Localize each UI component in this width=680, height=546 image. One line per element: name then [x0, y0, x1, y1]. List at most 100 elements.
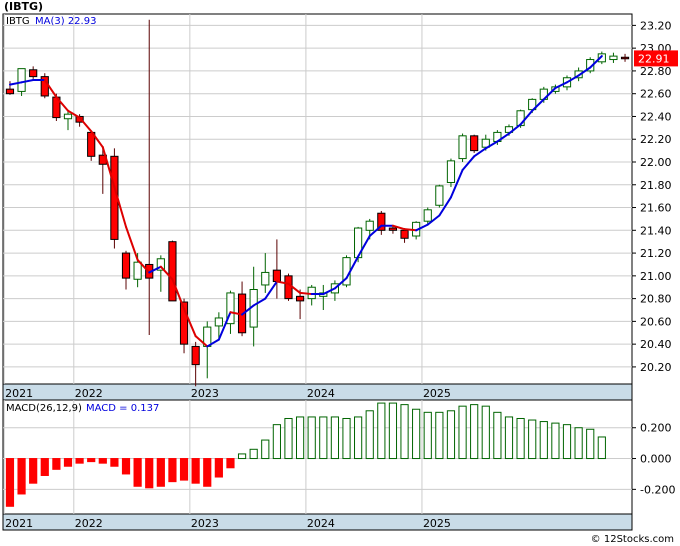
last-price-label: 22.91 — [638, 52, 670, 65]
price-y-tick-label: 22.40 — [640, 110, 672, 123]
macd-bar — [63, 458, 73, 467]
candle-body — [423, 209, 432, 222]
macd-bar — [458, 405, 467, 460]
candle-body — [5, 88, 15, 95]
macd-bar — [226, 458, 235, 469]
macd-bar — [156, 458, 165, 487]
candle-body — [168, 241, 177, 302]
macd-y-tick-label: -0.200 — [640, 483, 675, 496]
candle-body — [29, 69, 38, 78]
macd-y-tick-label: 0.000 — [640, 453, 672, 466]
candle-body — [284, 275, 293, 300]
macd-bar — [377, 402, 386, 460]
candle-body — [470, 135, 479, 152]
macd-bar — [249, 448, 258, 460]
price-panel — [2, 13, 633, 385]
credit-text: © 12Stocks.com — [590, 534, 674, 545]
macd-bar — [493, 411, 502, 460]
macd-bar — [319, 416, 328, 460]
macd-bar — [40, 458, 49, 476]
candle-body — [295, 295, 305, 302]
price-x-tick-label: 2024 — [307, 387, 335, 400]
price-y-tick-label: 20.60 — [640, 315, 672, 328]
macd-bar — [261, 439, 270, 460]
macd-bar — [133, 458, 142, 487]
candle-body — [133, 261, 142, 280]
chart-canvas: 23.2023.0022.8022.6022.4022.2022.0021.80… — [2, 13, 678, 531]
ma3-line-segment — [299, 291, 313, 296]
price-x-tick-label: 2022 — [75, 387, 103, 400]
price-y-tick-label: 22.80 — [640, 65, 672, 78]
macd-x-tick-label: 2025 — [423, 517, 451, 530]
macd-bar — [295, 416, 305, 460]
candle-body — [261, 271, 270, 286]
price-legend-ma: MA(3) 22.93 — [35, 16, 96, 27]
ma3-line-segment — [403, 228, 418, 232]
macd-bar — [597, 436, 606, 460]
macd-bar — [110, 458, 119, 467]
price-y-tick-label: 21.80 — [640, 179, 672, 192]
macd-bar — [342, 417, 351, 460]
candle-body — [620, 56, 630, 60]
macd-bar — [284, 417, 293, 460]
price-x-tick-label: 2021 — [5, 387, 33, 400]
macd-bar — [121, 458, 131, 475]
macd-bar — [400, 404, 409, 460]
candle-body — [446, 160, 456, 183]
macd-bar — [29, 458, 38, 484]
macd-bar — [237, 453, 247, 460]
price-x-tick-label: 2023 — [191, 387, 219, 400]
macd-bar — [423, 411, 432, 460]
price-y-tick-label: 20.20 — [640, 361, 672, 374]
macd-bar — [446, 410, 456, 460]
macd-bar — [516, 417, 525, 460]
candle-body — [400, 229, 409, 239]
price-x-tick-label: 2025 — [423, 387, 451, 400]
price-y-tick-label: 20.40 — [640, 338, 672, 351]
macd-x-tick-label: 2024 — [307, 517, 335, 530]
price-y-tick-label: 22.00 — [640, 156, 672, 169]
macd-bar — [87, 458, 96, 463]
candle-body — [609, 55, 618, 61]
macd-legend-title: MACD(26,12,9) — [6, 403, 82, 414]
price-y-tick-label: 20.80 — [640, 293, 672, 306]
macd-bar — [562, 424, 572, 460]
candle-body — [272, 269, 281, 283]
candle-body — [458, 135, 467, 160]
macd-bar — [214, 458, 223, 478]
price-y-tick-label: 21.20 — [640, 247, 672, 260]
macd-x-tick-label: 2022 — [75, 517, 103, 530]
macd-bar — [504, 416, 514, 460]
macd-bar — [481, 405, 490, 460]
macd-bar — [75, 458, 84, 464]
price-y-tick-label: 21.40 — [640, 224, 672, 237]
price-y-tick-label: 21.00 — [640, 270, 672, 283]
candle-body — [191, 345, 200, 366]
candle-body — [63, 113, 73, 120]
candle-body — [214, 317, 223, 327]
macd-bar — [203, 458, 212, 487]
macd-bar — [52, 458, 61, 470]
macd-bar — [354, 416, 363, 460]
macd-bar — [412, 408, 421, 460]
candle-body — [365, 220, 374, 231]
candle-body — [121, 252, 131, 279]
macd-bar — [539, 421, 548, 460]
macd-bar — [17, 458, 26, 495]
price-y-tick-label: 23.20 — [640, 19, 672, 32]
macd-bar — [98, 458, 107, 464]
candle-body — [435, 185, 444, 206]
macd-bar — [168, 458, 177, 483]
macd-x-tick-label: 2023 — [191, 517, 219, 530]
price-legend-ticker: IBTG — [6, 16, 30, 27]
macd-legend-value: MACD = 0.137 — [86, 403, 159, 414]
macd-bar — [5, 458, 15, 507]
price-y-tick-label: 22.60 — [640, 88, 672, 101]
macd-bar — [470, 404, 479, 460]
macd-bar — [586, 428, 595, 460]
macd-bar — [272, 424, 281, 460]
macd-bar — [365, 410, 374, 460]
macd-bar — [388, 402, 398, 460]
macd-bar — [574, 427, 583, 460]
macd-panel — [2, 399, 633, 515]
